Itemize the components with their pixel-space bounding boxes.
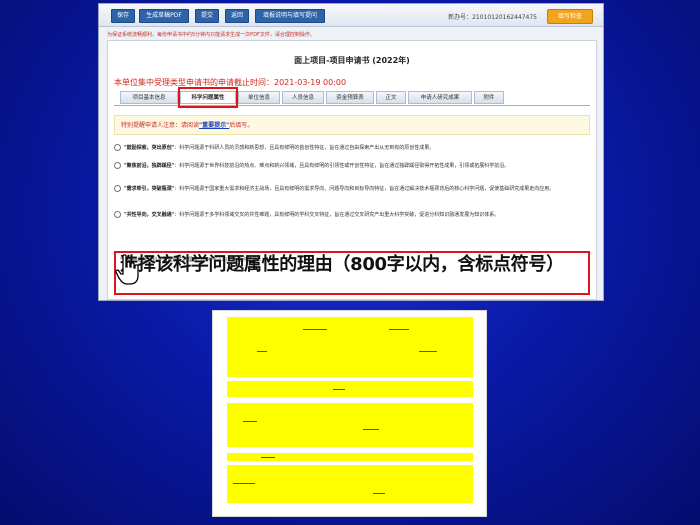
text-line xyxy=(243,421,257,422)
attribute-option-4[interactable]: "共性导向，交叉融通"：科学问题源于多学科领域交叉的共性难题，具有鲜明的学科交叉… xyxy=(114,211,590,220)
fill-instructions-button[interactable]: 填报说明与填写提问 xyxy=(255,9,325,23)
important-tip: 特别提醒申请人注意：请阅读"重要提示"后填写。 xyxy=(114,115,590,135)
attribute-option-1[interactable]: "鼓励探索，突出原创"：科学问题源于科研人员的灵感和新思想，且具有鲜明的首创性特… xyxy=(114,144,590,153)
radio-icon[interactable] xyxy=(114,185,121,192)
option-name: "需求牵引，突破瓶颈" xyxy=(124,186,175,192)
text-line xyxy=(363,429,379,430)
attribute-option-3[interactable]: "需求牵引，突破瓶颈"：科学问题源于国家重大需求和经济主战场，且具有鲜明的需求导… xyxy=(114,185,590,194)
page-title: 面上项目-项目申请书 (2022年) xyxy=(294,56,410,65)
radio-icon[interactable] xyxy=(114,211,121,218)
option-name: "聚焦前沿，独辟蹊径" xyxy=(124,163,175,169)
text-line xyxy=(303,329,327,330)
active-tab-highlight xyxy=(178,87,238,108)
reason-callout: 选择该科学问题属性的理由（800字以内，含标点符号） xyxy=(120,254,564,275)
text-line xyxy=(233,483,255,484)
text-line xyxy=(373,493,385,494)
text-line xyxy=(261,457,275,458)
hand-cursor-icon xyxy=(115,254,139,285)
tab-main-text[interactable]: 正文 xyxy=(376,91,406,104)
option-name: "鼓励探索，突出原创" xyxy=(124,145,175,151)
option-name: "共性导向，交叉融通" xyxy=(124,212,175,218)
text-line xyxy=(389,329,409,330)
text-line xyxy=(419,351,437,352)
option-text: ：科学问题源于科研人员的灵感和新思想，且具有鲜明的首创性特征，旨在通过自由探索产… xyxy=(174,145,435,151)
toolbar: 保存 生成草稿PDF 提交 返回 填报说明与填写提问 新办号：210101201… xyxy=(99,4,603,27)
tab-research-results[interactable]: 申请人研究成果 xyxy=(408,91,472,104)
highlight-block xyxy=(227,381,473,397)
option-text: ：科学问题源于多学科领域交叉的共性难题，具有鲜明的学科交叉特征，旨在通过交叉研究… xyxy=(174,212,500,218)
option-text: ：科学问题源于国家重大需求和经济主战场，且具有鲜明的需求导向、问题导向和目标导向… xyxy=(174,186,555,192)
option-text: ：科学问题源于世界科技前沿的热点、难点和新兴领域，且具有鲜明的引领性或开创性特征… xyxy=(174,163,510,169)
text-line xyxy=(333,389,345,390)
back-button[interactable]: 返回 xyxy=(225,9,249,23)
important-tip-link[interactable]: "重要提示" xyxy=(199,122,229,129)
tip-suffix: 后填写。 xyxy=(229,122,254,129)
tab-budget[interactable]: 资金预算表 xyxy=(326,91,374,104)
radio-icon[interactable] xyxy=(114,144,121,151)
attribute-option-2[interactable]: "聚焦前沿，独辟蹊径"：科学问题源于世界科技前沿的热点、难点和新兴领域，且具有鲜… xyxy=(114,162,590,171)
text-line xyxy=(257,351,267,352)
tab-unit-info[interactable]: 单位信息 xyxy=(238,91,280,104)
tab-personnel-info[interactable]: 人员信息 xyxy=(282,91,324,104)
generate-pdf-button[interactable]: 生成草稿PDF xyxy=(139,9,189,23)
highlight-block xyxy=(227,465,473,503)
tip-prefix: 特别提醒申请人注意：请阅读 xyxy=(121,122,200,129)
save-button[interactable]: 保存 xyxy=(111,9,135,23)
serial-number: 新办号：21010120162447475 xyxy=(448,14,537,21)
highlight-block xyxy=(227,403,473,447)
pdf-notice: 为保证系统流畅顺利，每份申请书中约5分钟内只能请求生成一次PDF文件，请合理控制… xyxy=(107,32,315,38)
fill-check-button[interactable]: 填写检查 xyxy=(547,9,593,24)
tab-basic-info[interactable]: 项目基本信息 xyxy=(120,91,178,104)
radio-icon[interactable] xyxy=(114,162,121,169)
highlighted-document-thumbnail xyxy=(212,310,487,517)
tab-attachments[interactable]: 附件 xyxy=(474,91,504,104)
submit-button[interactable]: 提交 xyxy=(195,9,219,23)
highlight-block xyxy=(227,317,473,377)
